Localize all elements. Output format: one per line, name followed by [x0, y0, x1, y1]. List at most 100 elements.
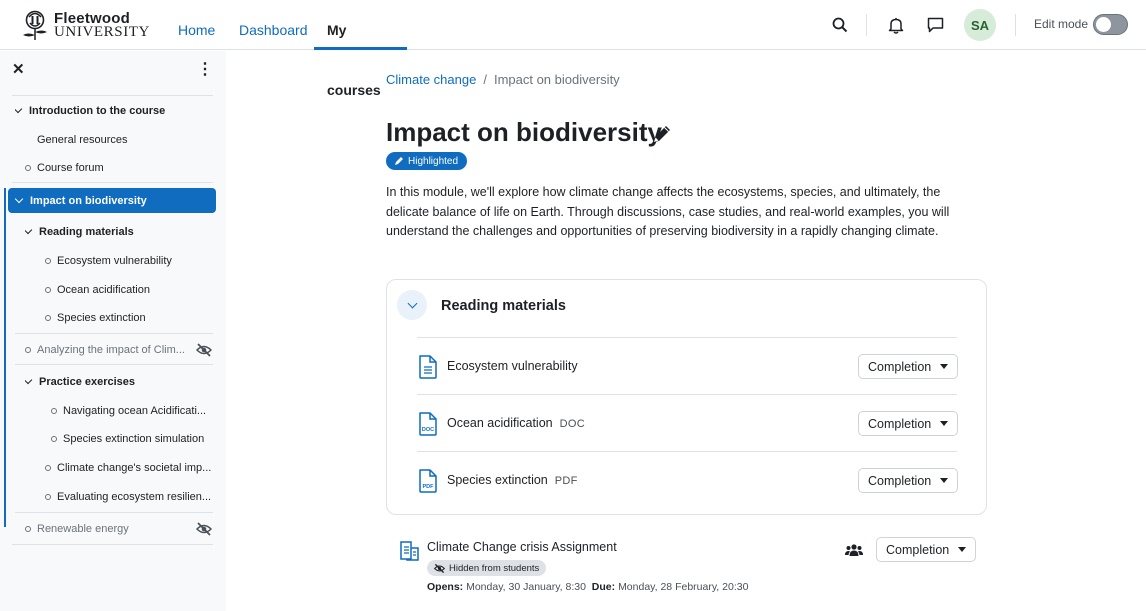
sidebar-item-label: Reading materials: [39, 226, 134, 238]
sidebar-item-label: Analyzing the impact of Clim...: [37, 344, 185, 356]
bell-icon[interactable]: [884, 13, 908, 37]
badge-label: Highlighted: [408, 155, 459, 167]
sidebar-item-label: Practice exercises: [39, 376, 136, 388]
sidebar-item-renewable-energy[interactable]: Renewable energy: [25, 516, 129, 542]
sidebar-subsection-practice-exercises[interactable]: Practice exercises: [25, 369, 135, 395]
group-users-icon: [845, 544, 863, 556]
pencil-icon[interactable]: [651, 123, 673, 145]
activity-name: Species extinction: [447, 473, 548, 487]
caret-down-icon: [940, 478, 949, 483]
eye-slash-icon: [196, 343, 212, 357]
sidebar-item-societal-impact[interactable]: Climate change's societal imp...: [45, 455, 213, 481]
sidebar-divider: [12, 182, 213, 183]
svg-text:DOC: DOC: [422, 427, 434, 433]
sidebar-item-navigating-ocean[interactable]: Navigating ocean Acidificati...: [51, 398, 213, 424]
breadcrumb-separator: /: [483, 72, 487, 87]
activity-name: Ecosystem vulnerability: [447, 359, 578, 373]
document-icon: [419, 355, 437, 379]
circle-icon: [51, 408, 57, 414]
caret-down-icon: [958, 547, 967, 552]
sidebar-divider: [12, 95, 213, 96]
close-icon[interactable]: ✕: [12, 62, 28, 78]
brand-logo[interactable]: Fleetwood UNIVERSITY: [18, 9, 149, 41]
sidebar-divider: [15, 333, 213, 334]
search-icon[interactable]: [828, 13, 852, 37]
activity-link-ocean-acidification[interactable]: Ocean acidification DOC: [447, 416, 585, 430]
circle-icon: [45, 287, 51, 293]
sidebar-item-general-resources[interactable]: General resources: [37, 127, 128, 153]
sidebar-item-label: Species extinction simulation: [63, 433, 205, 445]
completion-label: Completion: [886, 542, 950, 557]
completion-label: Completion: [868, 416, 932, 431]
activity-link-species-extinction[interactable]: Species extinction PDF: [447, 473, 578, 487]
sidebar-divider: [12, 544, 213, 545]
chevron-down-icon: [15, 104, 23, 114]
assignment-completion-dropdown[interactable]: Completion: [876, 537, 977, 562]
circle-icon: [45, 258, 51, 264]
opens-date: Monday, 30 January, 8:30: [466, 581, 586, 593]
chevron-down-icon: [25, 375, 33, 385]
hidden-badge-label: Hidden from students: [449, 562, 540, 574]
assignment-link[interactable]: Climate Change crisis Assignment: [427, 540, 617, 554]
breadcrumb-course-link[interactable]: Climate change: [386, 72, 476, 87]
activity-type-label: PDF: [554, 475, 578, 487]
sidebar-item-label: Ecosystem vulnerability: [57, 255, 172, 267]
activity-type-label: DOC: [559, 418, 585, 430]
eye-slash-icon: [196, 522, 212, 536]
sidebar-section-introduction[interactable]: Introduction to the course: [15, 98, 165, 124]
sidebar-item-course-forum[interactable]: Course forum: [25, 155, 104, 181]
opens-label: Opens:: [427, 581, 464, 593]
activity-row: DOC Ocean acidification DOC Completion: [417, 394, 959, 451]
subsection-card-reading-materials: Reading materials Ecosystem vulnerabilit…: [386, 279, 987, 515]
activity-row: PDF Species extinction PDF Completion: [417, 451, 959, 508]
sidebar-item-label: Course forum: [37, 162, 104, 174]
highlighter-icon: [395, 157, 403, 165]
nav-my-courses[interactable]: My courses: [314, 0, 407, 98]
sidebar-item-ecosystem-vulnerability[interactable]: Ecosystem vulnerability: [45, 248, 172, 274]
eye-slash-icon: [434, 563, 445, 573]
edit-mode-toggle[interactable]: [1093, 14, 1128, 35]
due-label: Due:: [591, 581, 616, 593]
doc-file-icon: DOC: [419, 412, 437, 436]
svg-text:PDF: PDF: [423, 484, 435, 490]
activity-link-ecosystem-vulnerability[interactable]: Ecosystem vulnerability: [447, 359, 578, 373]
sidebar-item-ecosystem-resilience[interactable]: Evaluating ecosystem resilien...: [45, 484, 213, 510]
sidebar-section-impact-on-biodiversity[interactable]: Impact on biodiversity: [8, 188, 216, 213]
nav-home[interactable]: Home: [178, 0, 215, 50]
sidebar-item-species-extinction[interactable]: Species extinction: [45, 305, 146, 331]
toggle-knob: [1096, 17, 1111, 32]
sidebar-item-analyzing-impact[interactable]: Analyzing the impact of Clim...: [25, 337, 190, 363]
sidebar-divider: [15, 512, 213, 513]
activity-row: Ecosystem vulnerability Completion: [417, 337, 959, 394]
completion-label: Completion: [868, 359, 932, 374]
chat-icon[interactable]: [923, 13, 947, 37]
highlighted-badge: Highlighted: [386, 152, 468, 170]
user-avatar[interactable]: SA: [964, 9, 996, 41]
course-index-sidebar: ✕ ⋮ Introduction to the course General r…: [0, 51, 226, 611]
sidebar-item-label: Impact on biodiversity: [30, 194, 147, 207]
breadcrumb: Climate change / Impact on biodiversity: [386, 72, 620, 87]
caret-down-icon: [940, 364, 949, 369]
sidebar-item-label: Navigating ocean Acidificati...: [63, 405, 207, 417]
nav-dashboard[interactable]: Dashboard: [239, 0, 308, 50]
assignment-icon: [400, 541, 419, 561]
sidebar-item-ocean-acidification[interactable]: Ocean acidification: [45, 277, 150, 303]
completion-dropdown[interactable]: Completion: [858, 411, 959, 436]
collapse-toggle[interactable]: [397, 290, 427, 320]
sidebar-item-species-extinction-simulation[interactable]: Species extinction simulation: [51, 426, 204, 452]
brand-name-bottom: UNIVERSITY: [54, 24, 150, 40]
sidebar-subsection-reading-materials[interactable]: Reading materials: [25, 219, 134, 245]
circle-icon: [45, 494, 51, 500]
circle-icon: [25, 526, 31, 532]
sidebar-item-label: Renewable energy: [37, 523, 129, 535]
sidebar-item-label: Introduction to the course: [29, 105, 166, 117]
caret-down-icon: [940, 421, 949, 426]
circle-icon: [45, 465, 51, 471]
navbar-divider: [1015, 14, 1016, 36]
page-title: Impact on biodiversity: [386, 117, 662, 147]
breadcrumb-current: Impact on biodiversity: [493, 72, 620, 87]
chevron-down-icon: [25, 225, 33, 235]
completion-dropdown[interactable]: Completion: [858, 468, 959, 493]
more-options-icon[interactable]: ⋮: [197, 61, 213, 79]
completion-dropdown[interactable]: Completion: [858, 354, 959, 379]
